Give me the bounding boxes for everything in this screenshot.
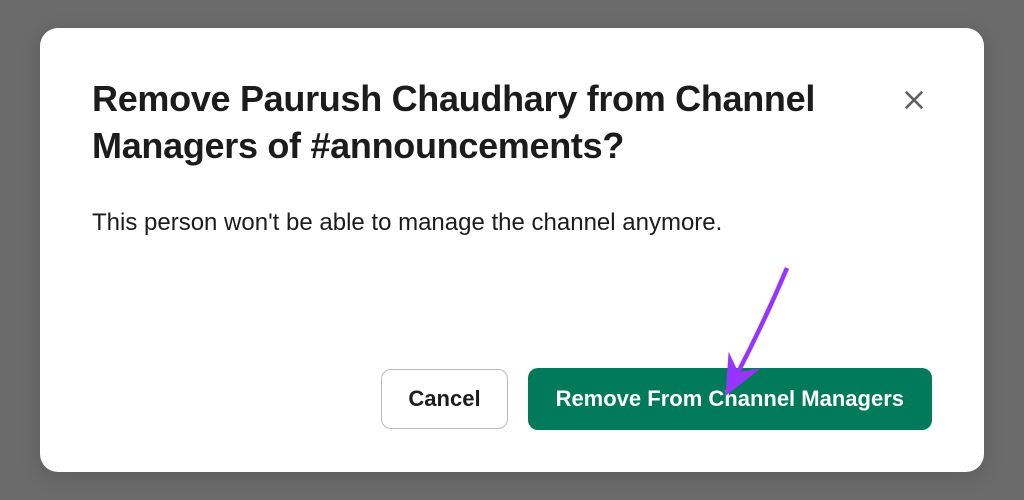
close-button[interactable] — [896, 82, 932, 121]
modal-header: Remove Paurush Chaudhary from Channel Ma… — [92, 76, 932, 170]
close-icon — [900, 86, 928, 114]
modal-title: Remove Paurush Chaudhary from Channel Ma… — [92, 76, 872, 170]
confirm-button[interactable]: Remove From Channel Managers — [528, 368, 932, 430]
confirmation-modal: Remove Paurush Chaudhary from Channel Ma… — [40, 28, 984, 472]
modal-footer: Cancel Remove From Channel Managers — [381, 368, 932, 430]
modal-description: This person won't be able to manage the … — [92, 206, 932, 240]
cancel-button[interactable]: Cancel — [381, 369, 507, 429]
